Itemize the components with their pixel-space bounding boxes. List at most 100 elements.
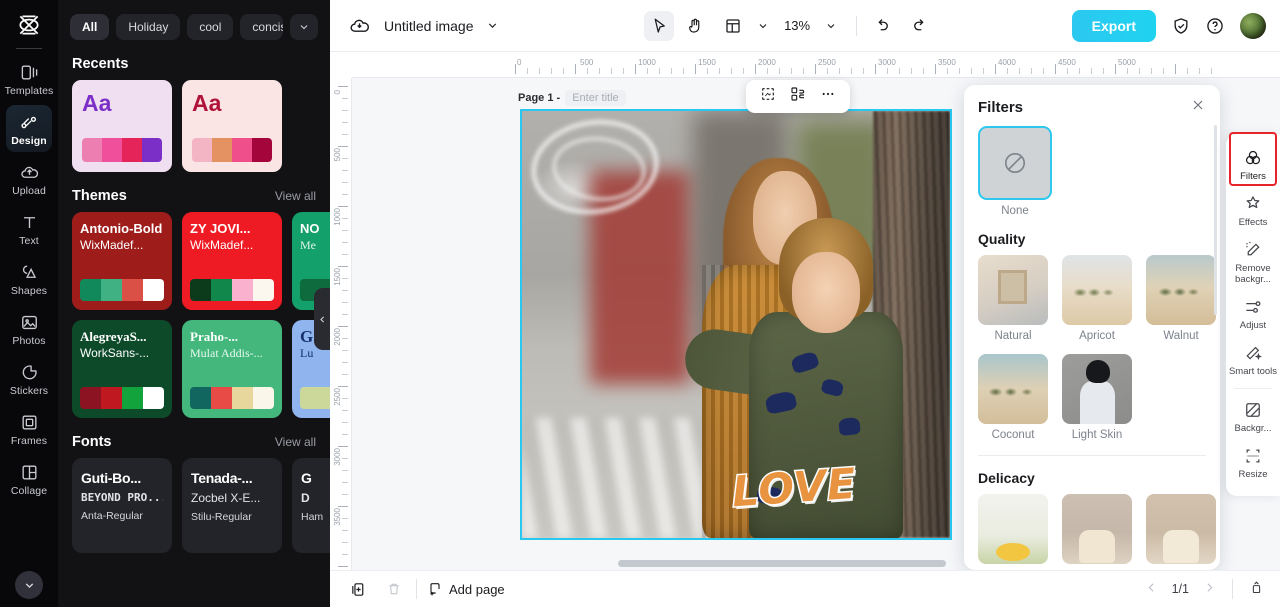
sidebar-item-stickers[interactable]: Stickers (6, 355, 52, 402)
theme-card[interactable]: AlegreyaS... WorkSans-... (72, 320, 172, 418)
love-overlay-text[interactable]: LOVE (729, 458, 860, 519)
tool-label: Adjust (1239, 320, 1267, 331)
font-line-2: BEYOND PRO... (81, 491, 163, 504)
page-title-input[interactable]: Enter title (565, 90, 626, 106)
filter-tile[interactable]: Light Skin (1062, 354, 1132, 441)
export-button[interactable]: Export (1071, 9, 1156, 42)
font-card[interactable]: Guti-Bo... BEYOND PRO... Anta-Regular (72, 458, 172, 553)
undo-button[interactable] (867, 11, 897, 41)
themes-view-all[interactable]: View all (275, 189, 316, 203)
filter-thumbnail (1062, 255, 1132, 325)
templates-icon (19, 62, 39, 82)
theme-font-1: ZY JOVI... (190, 221, 251, 236)
filter-tile[interactable]: Natural (978, 255, 1048, 342)
tool-remove-background[interactable]: Remove backgr... (1226, 234, 1280, 291)
add-page-button[interactable]: Add page (427, 581, 505, 597)
add-page-icon (430, 583, 440, 596)
tool-adjust[interactable]: Adjust (1226, 291, 1280, 337)
filter-tile[interactable]: Apricot (1062, 255, 1132, 342)
sidebar-item-frames[interactable]: Frames (6, 405, 52, 452)
recent-card[interactable]: Aa (72, 80, 172, 172)
font-card[interactable]: Tenada-... Zocbel X-E... Stilu-Regular (182, 458, 282, 553)
layout-chevron-down-icon[interactable] (748, 11, 778, 41)
left-tool-rail: Templates Design Upload Text Shapes Phot… (0, 0, 58, 607)
collage-icon (19, 462, 39, 482)
tool-smart-tools[interactable]: Smart tools (1226, 337, 1280, 383)
main-area: Untitled image 13% Export 0 500 1000 150… (330, 0, 1280, 607)
more-horizontal-icon[interactable] (820, 86, 836, 107)
redo-button[interactable] (905, 11, 935, 41)
tool-label: Resize (1238, 469, 1268, 480)
fonts-view-all[interactable]: View all (275, 435, 316, 449)
top-toolbar: Untitled image 13% Export (330, 0, 1280, 52)
tool-filters[interactable]: Filters (1226, 142, 1280, 188)
pages-panel-icon[interactable] (1249, 580, 1264, 598)
filter-none-tile[interactable] (978, 126, 1052, 200)
tool-label: Filters (1240, 171, 1266, 182)
trash-icon[interactable] (382, 577, 406, 601)
sidebar-item-collage[interactable]: Collage (6, 455, 52, 502)
duplicate-page-icon[interactable] (346, 577, 370, 601)
filter-tiles-row: Natural Apricot Walnut (978, 255, 1216, 342)
cloud-save-icon[interactable] (344, 11, 374, 41)
filter-tiles-row (978, 494, 1216, 564)
theme-font-1: NO (300, 221, 320, 236)
horizontal-ruler[interactable]: 0 500 1000 1500 2000 2500 3000 3500 4000… (330, 52, 1280, 78)
font-line-1: Tenada-... (191, 470, 253, 486)
filter-tile[interactable]: Walnut (1146, 255, 1216, 342)
chip-concise[interactable]: concise (240, 14, 283, 40)
filter-none-label: None (1001, 205, 1029, 217)
next-page-icon[interactable] (1203, 581, 1216, 597)
user-avatar[interactable] (1240, 12, 1266, 39)
title-chevron-down-icon[interactable] (478, 11, 508, 41)
image-float-toolbar (746, 80, 850, 113)
zoom-chevron-down-icon[interactable] (816, 11, 846, 41)
filter-tile[interactable] (978, 494, 1048, 564)
capcut-logo-icon[interactable] (12, 8, 46, 42)
sidebar-item-shapes[interactable]: Shapes (6, 255, 52, 302)
canvas-image[interactable]: LOVE (520, 109, 952, 540)
sidebar-item-design[interactable]: Design (6, 105, 52, 152)
replace-icon[interactable] (790, 86, 806, 107)
close-icon[interactable] (1190, 97, 1206, 118)
sidebar-item-text[interactable]: Text (6, 205, 52, 252)
chevron-down-icon[interactable] (290, 14, 318, 40)
tool-background[interactable]: Backgr... (1226, 394, 1280, 440)
section-title: Recents (72, 56, 129, 72)
help-icon[interactable] (1200, 11, 1230, 41)
theme-card[interactable]: ZY JOVI... WixMadef... (182, 212, 282, 310)
chip-all[interactable]: All (70, 14, 110, 40)
layout-tool-button[interactable] (718, 11, 748, 41)
filters-scrollbar[interactable] (1214, 125, 1217, 315)
theme-font-1: AlegreyaS... (80, 329, 147, 344)
hand-tool-button[interactable] (680, 11, 710, 41)
prev-page-icon[interactable] (1145, 581, 1158, 597)
shield-check-icon[interactable] (1166, 11, 1196, 41)
rail-divider (1234, 388, 1272, 389)
tool-resize[interactable]: Resize (1226, 440, 1280, 486)
vertical-ruler[interactable]: 0 500 1000 1500 2000 2500 3000 3500 (330, 52, 352, 570)
theme-card[interactable]: Praho-... Mulat Addis-... (182, 320, 282, 418)
horizontal-scrollbar[interactable] (618, 560, 946, 567)
font-card[interactable]: G D Ham (292, 458, 330, 553)
theme-card[interactable]: Antonio-Bold WixMadef... (72, 212, 172, 310)
tool-effects[interactable]: Effects (1226, 188, 1280, 234)
sidebar-item-templates[interactable]: Templates (5, 55, 53, 102)
panel-collapse-handle[interactable] (314, 288, 330, 350)
crop-icon[interactable] (760, 86, 776, 107)
sidebar-item-upload[interactable]: Upload (6, 155, 52, 202)
filter-label: Walnut (1163, 330, 1199, 342)
filter-tile[interactable] (1146, 494, 1216, 564)
select-tool-button[interactable] (644, 10, 675, 41)
recent-card[interactable]: Aa (182, 80, 282, 172)
filter-tile[interactable]: Coconut (978, 354, 1048, 441)
chip-cool[interactable]: cool (187, 14, 234, 40)
themes-row-1: Antonio-Bold WixMadef... ZY JOVI... WixM… (58, 212, 330, 310)
swatch-strip (80, 387, 164, 409)
zoom-level[interactable]: 13% (784, 18, 810, 33)
filter-tile[interactable] (1062, 494, 1132, 564)
chip-holiday[interactable]: Holiday (116, 14, 181, 40)
sidebar-item-photos[interactable]: Photos (6, 305, 52, 352)
chevron-down-icon[interactable] (15, 571, 43, 599)
document-title[interactable]: Untitled image (384, 18, 474, 34)
